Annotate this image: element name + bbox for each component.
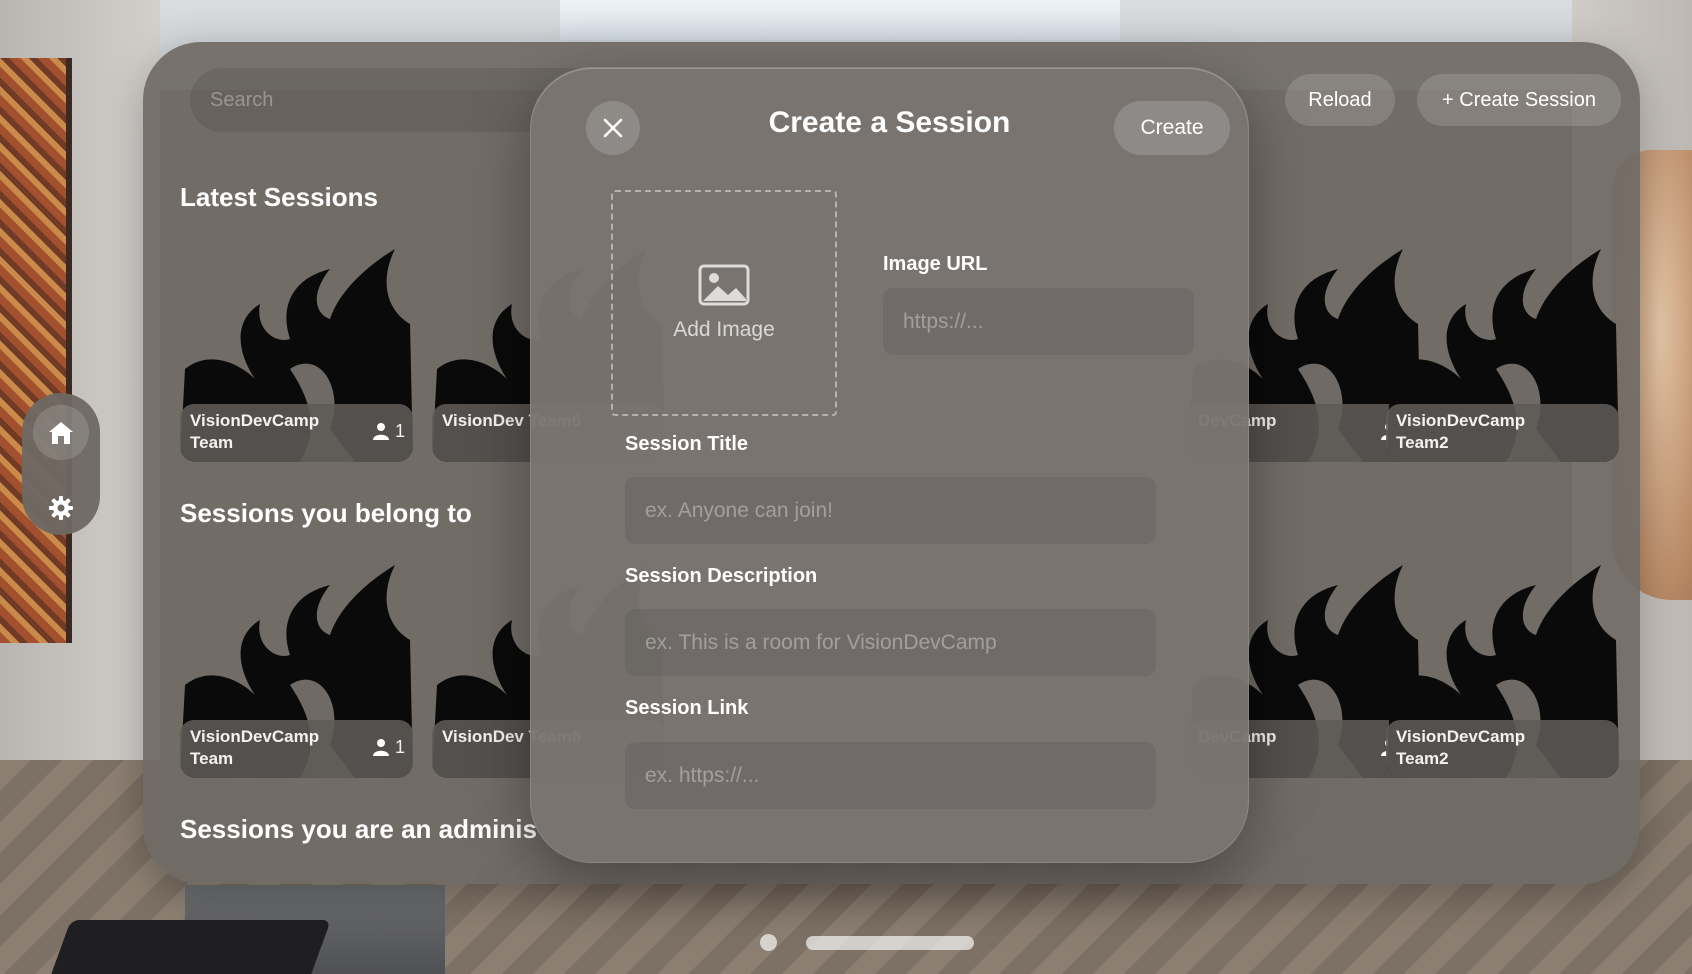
session-card[interactable]: VisionDevCamp Team 1 — [180, 545, 413, 778]
session-name: VisionDevCamp Team2 — [1396, 727, 1526, 768]
session-name: VisionDevCamp Team2 — [1396, 411, 1526, 452]
session-link-input[interactable] — [625, 742, 1156, 809]
card-label: VisionDevCamp Team 1 — [180, 404, 413, 462]
create-session-modal: Create a Session Create Add Image Image … — [530, 67, 1249, 863]
session-card[interactable]: VisionDevCamp Team2 — [1386, 229, 1619, 462]
card-label: VisionDevCamp Team 1 — [180, 720, 413, 778]
person-icon — [372, 739, 389, 756]
home-icon — [49, 421, 73, 444]
image-icon — [698, 264, 750, 306]
member-count: 1 — [372, 736, 405, 758]
section-title-admin: Sessions you are an adminis — [180, 814, 537, 844]
card-label: VisionDevCamp Team2 — [1386, 720, 1619, 778]
painting — [0, 58, 72, 643]
home-tab[interactable] — [33, 405, 89, 460]
section-title-belong: Sessions you belong to — [180, 498, 472, 528]
create-session-button[interactable]: + Create Session — [1417, 74, 1621, 126]
session-description-input[interactable] — [625, 609, 1156, 676]
member-count-value: 1 — [394, 421, 405, 441]
session-card[interactable]: VisionDevCamp Team 1 — [180, 229, 413, 462]
create-button[interactable]: Create — [1114, 101, 1230, 155]
session-link-label: Session Link — [625, 697, 749, 719]
card-label: VisionDevCamp Team2 — [1386, 404, 1619, 462]
session-name: VisionDevCamp Team — [190, 727, 320, 768]
image-url-label: Image URL — [883, 253, 988, 275]
member-count: 1 — [372, 420, 405, 442]
section-title-latest: Latest Sessions — [180, 182, 378, 212]
window-grabber[interactable] — [806, 936, 974, 950]
session-name: VisionDevCamp Team — [190, 411, 320, 452]
session-title-input[interactable] — [625, 477, 1156, 544]
session-card[interactable]: VisionDevCamp Team2 — [1386, 545, 1619, 778]
image-url-input[interactable] — [883, 288, 1194, 355]
tab-ornament — [22, 393, 100, 535]
skylight — [560, 0, 1120, 40]
member-count-value: 1 — [394, 737, 405, 757]
gear-icon — [49, 495, 73, 520]
window-close-dot[interactable] — [760, 934, 777, 951]
session-title-label: Session Title — [625, 433, 749, 455]
bench — [49, 920, 331, 974]
add-image-button[interactable]: Add Image — [611, 190, 837, 416]
person-icon — [372, 423, 389, 440]
session-description-label: Session Description — [625, 565, 818, 587]
reload-button[interactable]: Reload — [1285, 74, 1395, 126]
add-image-label: Add Image — [673, 318, 775, 341]
settings-tab[interactable] — [33, 480, 89, 535]
